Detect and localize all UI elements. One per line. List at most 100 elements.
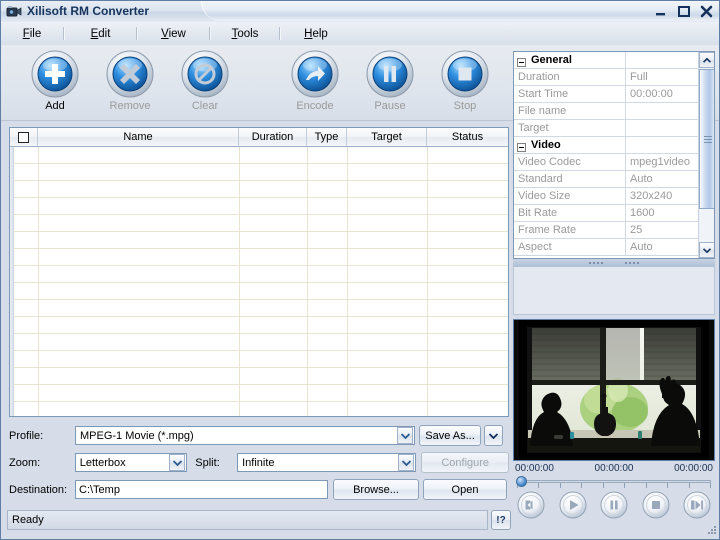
conversion-settings: Profile: MPEG-1 Movie (*.mpg) Save As...…	[9, 425, 509, 503]
property-row-video-size[interactable]: Video Size 320x240	[514, 188, 714, 205]
pause-button[interactable]	[600, 491, 628, 519]
file-list-body[interactable]	[10, 147, 508, 417]
menu-item-file[interactable]: File	[17, 26, 48, 42]
column-header-name[interactable]: Name	[38, 128, 239, 146]
previous-button[interactable]	[517, 491, 545, 519]
table-row[interactable]	[10, 232, 508, 249]
stop-button[interactable]	[642, 491, 670, 519]
collapse-icon[interactable]	[517, 58, 526, 67]
property-row-standard[interactable]: Standard Auto	[514, 171, 714, 188]
collapse-icon[interactable]	[517, 143, 526, 152]
destination-input[interactable]: C:\Temp	[75, 480, 328, 499]
toolbar-button-add[interactable]: Add	[23, 50, 87, 112]
save-as-button[interactable]: Save As...	[419, 425, 481, 446]
media-player-controls: 00:00:00 00:00:00 00:00:00	[513, 463, 715, 525]
chevron-down-icon[interactable]	[169, 454, 185, 471]
toolbar-button-remove[interactable]: Remove	[98, 50, 162, 112]
select-all-checkbox[interactable]	[18, 132, 29, 143]
toolbar-button-clear[interactable]: Clear	[173, 50, 237, 112]
property-row-start-time[interactable]: Start Time 00:00:00	[514, 86, 714, 103]
close-button[interactable]	[699, 4, 715, 19]
destination-label: Destination:	[9, 484, 75, 496]
next-button[interactable]	[683, 491, 711, 519]
toolbar-button-stop[interactable]: Stop	[433, 50, 497, 112]
column-header-duration[interactable]: Duration	[239, 128, 307, 146]
application-window: Xilisoft RM Converter File Edit View Too…	[0, 0, 720, 540]
property-group-general[interactable]: General	[514, 52, 714, 69]
toolbar-button-encode[interactable]: Encode	[283, 50, 347, 112]
table-row[interactable]	[10, 266, 508, 283]
scrollbar-thumb[interactable]	[699, 69, 715, 209]
table-row[interactable]	[10, 181, 508, 198]
chevron-down-icon[interactable]	[397, 427, 413, 444]
property-row-duration[interactable]: Duration Full	[514, 69, 714, 86]
resize-grip[interactable]	[705, 525, 717, 537]
table-row[interactable]	[10, 317, 508, 334]
profile-combo[interactable]: MPEG-1 Movie (*.mpg)	[75, 426, 415, 445]
table-row[interactable]	[10, 402, 508, 417]
video-preview-thumbnail	[514, 320, 714, 460]
table-row[interactable]	[10, 300, 508, 317]
menu-item-tools[interactable]: Tools	[226, 26, 265, 42]
plus-icon	[31, 50, 79, 98]
property-row-bit-rate[interactable]: Bit Rate 1600	[514, 205, 714, 222]
browse-button[interactable]: Browse...	[333, 479, 419, 500]
configure-button[interactable]: Configure	[421, 452, 509, 473]
menu-item-help[interactable]: Help	[298, 26, 334, 42]
seek-thumb[interactable]	[516, 476, 527, 487]
property-grid[interactable]: General Duration Full Start Time 00:00:0…	[513, 51, 715, 259]
table-row[interactable]	[10, 368, 508, 385]
property-name: File name	[514, 103, 626, 119]
table-row[interactable]	[10, 215, 508, 232]
chevron-down-icon[interactable]	[398, 454, 414, 471]
toolbar-label-add: Add	[23, 100, 87, 112]
property-row-target[interactable]: Target	[514, 120, 714, 137]
table-row[interactable]	[10, 351, 508, 368]
property-row-file-name[interactable]: File name	[514, 103, 714, 120]
configure-label: Configure	[441, 457, 489, 469]
minimize-button[interactable]	[653, 4, 669, 19]
transport-buttons	[513, 487, 715, 519]
table-row[interactable]	[10, 334, 508, 351]
toolbar-button-pause[interactable]: Pause	[358, 50, 422, 112]
property-row-video-codec[interactable]: Video Codec mpeg1video	[514, 154, 714, 171]
property-row-frame-rate[interactable]: Frame Rate 25	[514, 222, 714, 239]
table-row[interactable]	[10, 385, 508, 402]
time-current: 00:00:00	[515, 463, 554, 474]
window-title: Xilisoft RM Converter	[27, 4, 149, 18]
split-combo[interactable]: Infinite	[237, 453, 416, 472]
right-panel: General Duration Full Start Time 00:00:0…	[513, 51, 715, 508]
table-row[interactable]	[10, 283, 508, 300]
column-divider	[239, 147, 240, 417]
table-row[interactable]	[10, 249, 508, 266]
file-list[interactable]: Name Duration Type Target Status	[9, 127, 509, 417]
toolbar-label-pause: Pause	[358, 100, 422, 112]
property-group-video[interactable]: Video	[514, 137, 714, 154]
table-row[interactable]	[10, 164, 508, 181]
browse-label: Browse...	[353, 484, 399, 496]
maximize-button[interactable]	[676, 4, 692, 19]
column-header-target[interactable]: Target	[347, 128, 427, 146]
table-row[interactable]	[10, 147, 508, 164]
property-row-aspect[interactable]: Aspect Auto	[514, 239, 714, 256]
scroll-up-button[interactable]	[699, 52, 715, 68]
help-button[interactable]: !?	[491, 510, 511, 530]
property-name: Video Size	[514, 188, 626, 204]
scroll-down-button[interactable]	[699, 242, 715, 258]
file-list-gutter	[10, 147, 14, 417]
panel-splitter[interactable]	[513, 259, 715, 267]
property-grid-scrollbar[interactable]	[698, 52, 714, 258]
open-button[interactable]: Open	[423, 479, 507, 500]
play-button[interactable]	[559, 491, 587, 519]
table-row[interactable]	[10, 198, 508, 215]
menu-item-view[interactable]: View	[155, 26, 192, 42]
column-header-select-all[interactable]	[10, 128, 38, 146]
column-header-status[interactable]: Status	[427, 128, 508, 146]
seek-slider[interactable]	[513, 475, 715, 487]
menu-item-edit[interactable]: Edit	[85, 26, 117, 42]
zoom-combo[interactable]: Letterbox	[75, 453, 188, 472]
column-divider	[307, 147, 308, 417]
column-header-type[interactable]: Type	[307, 128, 347, 146]
video-preview[interactable]	[513, 319, 715, 461]
save-as-menu-button[interactable]	[484, 425, 503, 446]
